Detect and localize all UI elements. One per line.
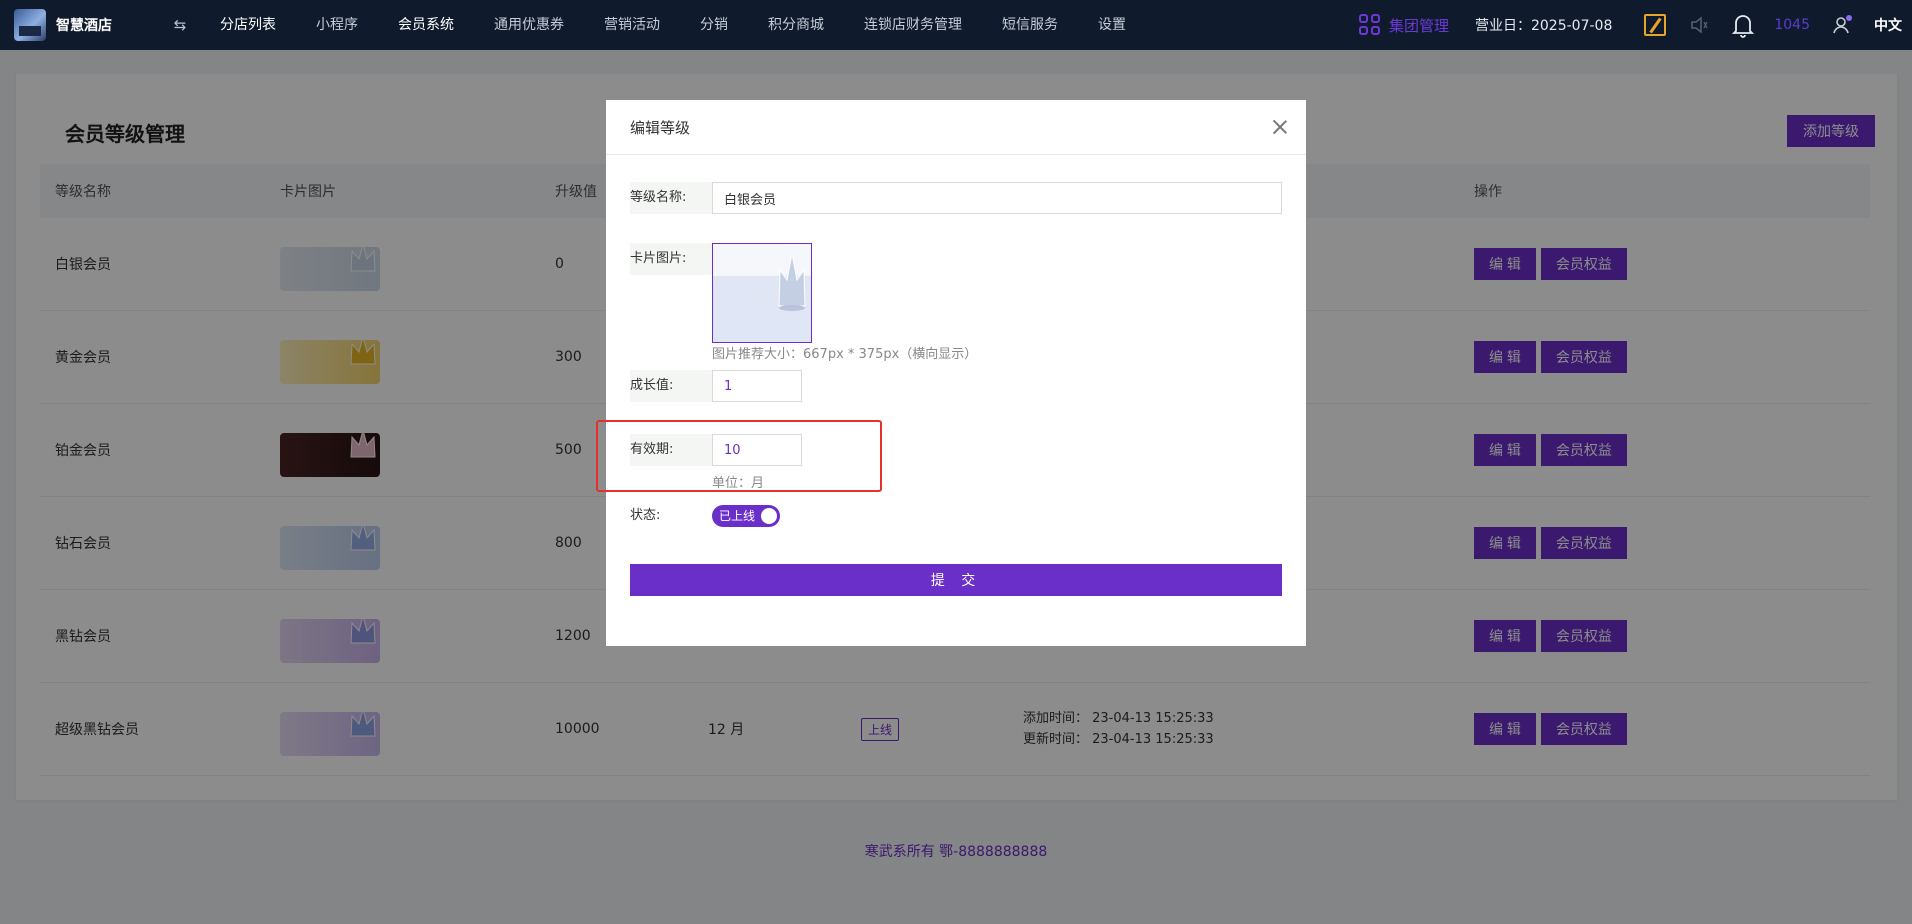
card-image-upload[interactable] — [712, 243, 812, 343]
language-switch[interactable]: 中文 — [1874, 15, 1902, 35]
notification-count: 1045 — [1774, 17, 1810, 33]
dialog-title: 编辑等级 — [606, 100, 1306, 155]
nav-distribution[interactable]: 分销 — [680, 0, 748, 50]
nav-member-system[interactable]: 会员系统 — [378, 0, 474, 50]
top-navigation-bar: 智慧酒店 ⇆ 分店列表 小程序 会员系统 通用优惠券 营销活动 分销 积分商城 … — [0, 0, 1912, 50]
card-image-label: 卡片图片: — [630, 243, 712, 275]
nav-branch-list[interactable]: 分店列表 — [200, 0, 296, 50]
nav-sms[interactable]: 短信服务 — [982, 0, 1078, 50]
nav-settings[interactable]: 设置 — [1078, 0, 1146, 50]
nav-marketing[interactable]: 营销活动 — [584, 0, 680, 50]
grid-icon — [1358, 14, 1381, 36]
hotel-logo — [14, 9, 46, 41]
highlight-box — [596, 420, 882, 492]
user-settings-icon[interactable] — [1830, 12, 1856, 38]
submit-button[interactable]: 提 交 — [630, 564, 1282, 596]
status-label: 状态: — [630, 508, 661, 523]
nav-mini-program[interactable]: 小程序 — [296, 0, 378, 50]
main-nav: 分店列表 小程序 会员系统 通用优惠券 营销活动 分销 积分商城 连锁店财务管理… — [200, 0, 1146, 50]
business-day: 营业日：2025-07-08 — [1474, 18, 1613, 34]
nav-points-mall[interactable]: 积分商城 — [748, 0, 844, 50]
status-toggle[interactable]: 已上线 — [712, 505, 780, 527]
swap-icon[interactable]: ⇆ — [160, 16, 200, 34]
nav-chain-finance[interactable]: 连锁店财务管理 — [844, 0, 982, 50]
level-name-label: 等级名称: — [630, 182, 712, 214]
speaker-icon[interactable] — [1686, 12, 1712, 38]
nav-coupons[interactable]: 通用优惠券 — [474, 0, 584, 50]
brand[interactable]: 智慧酒店 — [0, 9, 160, 41]
edit-level-dialog: 编辑等级 等级名称: 卡片图片: 图片推荐大小：667px * 375px（横向… — [606, 100, 1306, 646]
group-management[interactable]: 集团管理 — [1358, 14, 1449, 36]
bell-icon[interactable] — [1730, 12, 1756, 38]
image-size-hint: 图片推荐大小：667px * 375px（横向显示） — [712, 347, 978, 362]
top-right-tools: 集团管理 营业日：2025-07-08 1045 中文 — [1358, 0, 1912, 50]
growth-value-label: 成长值: — [630, 370, 712, 402]
growth-value-input[interactable] — [712, 370, 802, 402]
close-icon[interactable] — [1270, 117, 1290, 137]
crown-icon — [778, 253, 806, 311]
note-icon[interactable] — [1642, 12, 1668, 38]
brand-name: 智慧酒店 — [56, 18, 112, 34]
group-management-label: 集团管理 — [1388, 16, 1449, 35]
status-toggle-label: 已上线 — [719, 509, 756, 523]
level-name-input[interactable] — [712, 182, 1282, 214]
